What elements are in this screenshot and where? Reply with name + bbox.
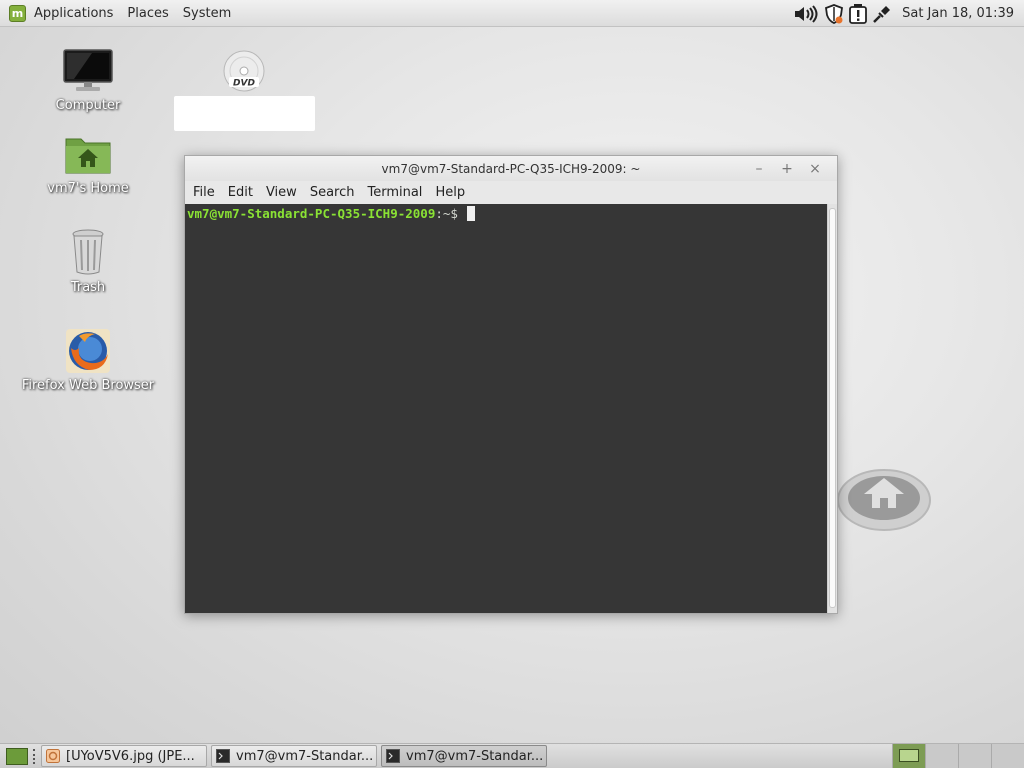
desktop-icon-label: Trash	[70, 280, 106, 295]
bottom-panel: [UYoV5V6.jpg (JPE... vm7@vm7-Standar... …	[0, 743, 1024, 768]
desktop-icon-trash[interactable]: Trash	[18, 228, 158, 295]
home-folder-icon	[65, 138, 111, 174]
menu-help[interactable]: Help	[435, 185, 465, 200]
panel-handle[interactable]	[33, 748, 37, 764]
taskbar-item-terminal[interactable]: vm7@vm7-Standar...	[211, 745, 377, 767]
workspace-switcher	[892, 744, 1024, 768]
applications-menu[interactable]: Applications	[34, 6, 113, 21]
desktop-icon-dvd[interactable]: DVD	[174, 50, 314, 92]
menu-view[interactable]: View	[266, 185, 297, 200]
terminal-titlebar[interactable]: vm7@vm7-Standard-PC-Q35-ICH9-2009: ~ – +…	[185, 156, 837, 181]
workspace-2[interactable]	[925, 744, 958, 768]
close-button[interactable]: ×	[801, 161, 829, 177]
desktop-icon-computer[interactable]: Computer	[18, 48, 158, 113]
system-menu[interactable]: System	[183, 6, 231, 21]
monitor-icon	[63, 49, 113, 91]
text-cursor	[467, 206, 476, 221]
workspace-1[interactable]	[892, 744, 925, 768]
terminal-icon	[386, 749, 400, 763]
prompt-line: vm7@vm7-Standard-PC-Q35-ICH9-2009:~$	[187, 206, 826, 221]
desktop-icon-label: Computer	[55, 98, 121, 113]
system-tray: Sat Jan 18, 01:39	[794, 0, 1024, 27]
desktop-icon-label: Firefox Web Browser	[21, 378, 155, 393]
firefox-icon	[66, 329, 110, 373]
taskbar-item-label: vm7@vm7-Standar...	[236, 748, 374, 764]
taskbar-item-label: [UYoV5V6.jpg (JPE...	[66, 748, 195, 764]
menu-file[interactable]: File	[193, 185, 215, 200]
window-title: vm7@vm7-Standard-PC-Q35-ICH9-2009: ~	[381, 161, 641, 176]
terminal-window[interactable]: vm7@vm7-Standard-PC-Q35-ICH9-2009: ~ – +…	[184, 155, 838, 614]
places-menu[interactable]: Places	[127, 6, 168, 21]
terminal-output[interactable]: vm7@vm7-Standard-PC-Q35-ICH9-2009:~$	[185, 204, 828, 613]
network-icon[interactable]	[872, 4, 892, 24]
minimize-button[interactable]: –	[745, 161, 773, 177]
wallpaper-logo	[837, 469, 931, 531]
svg-text:DVD: DVD	[233, 79, 255, 89]
taskbar-item-terminal-active[interactable]: vm7@vm7-Standar...	[381, 745, 547, 767]
dvd-icon: DVD	[223, 50, 265, 92]
window-controls: – + ×	[745, 156, 829, 181]
menu-search[interactable]: Search	[310, 185, 355, 200]
menu-terminal[interactable]: Terminal	[367, 185, 422, 200]
terminal-scrollbar[interactable]	[827, 204, 837, 613]
image-viewer-icon	[46, 749, 60, 763]
desktop-icon-label: vm7's Home	[47, 181, 129, 196]
volume-icon[interactable]	[794, 4, 820, 23]
menu-edit[interactable]: Edit	[228, 185, 253, 200]
dvd-rename-field[interactable]	[174, 96, 315, 131]
desktop-icon-firefox[interactable]: Firefox Web Browser	[18, 328, 158, 393]
desktop-icon-home[interactable]: vm7's Home	[18, 133, 158, 196]
prompt-symbol: :~$	[435, 206, 466, 221]
taskbar-item-image-viewer[interactable]: [UYoV5V6.jpg (JPE...	[41, 745, 207, 767]
prompt-user-host: vm7@vm7-Standard-PC-Q35-ICH9-2009	[187, 206, 436, 221]
notification-icon[interactable]	[848, 3, 868, 24]
shield-update-icon[interactable]	[824, 3, 844, 24]
terminal-menubar: File Edit View Search Terminal Help	[185, 181, 837, 204]
workspace-3[interactable]	[958, 744, 991, 768]
trash-icon	[72, 229, 104, 275]
terminal-icon	[216, 749, 230, 763]
show-desktop-button[interactable]	[6, 747, 28, 765]
workspace-4[interactable]	[991, 744, 1024, 768]
top-panel: m Applications Places System Sat Jan 18,…	[0, 0, 1024, 27]
maximize-button[interactable]: +	[773, 161, 801, 177]
clock[interactable]: Sat Jan 18, 01:39	[902, 6, 1014, 21]
taskbar-item-label: vm7@vm7-Standar...	[406, 748, 544, 764]
scrollbar-thumb[interactable]	[829, 208, 836, 608]
mint-menu-icon[interactable]: m	[9, 4, 26, 22]
